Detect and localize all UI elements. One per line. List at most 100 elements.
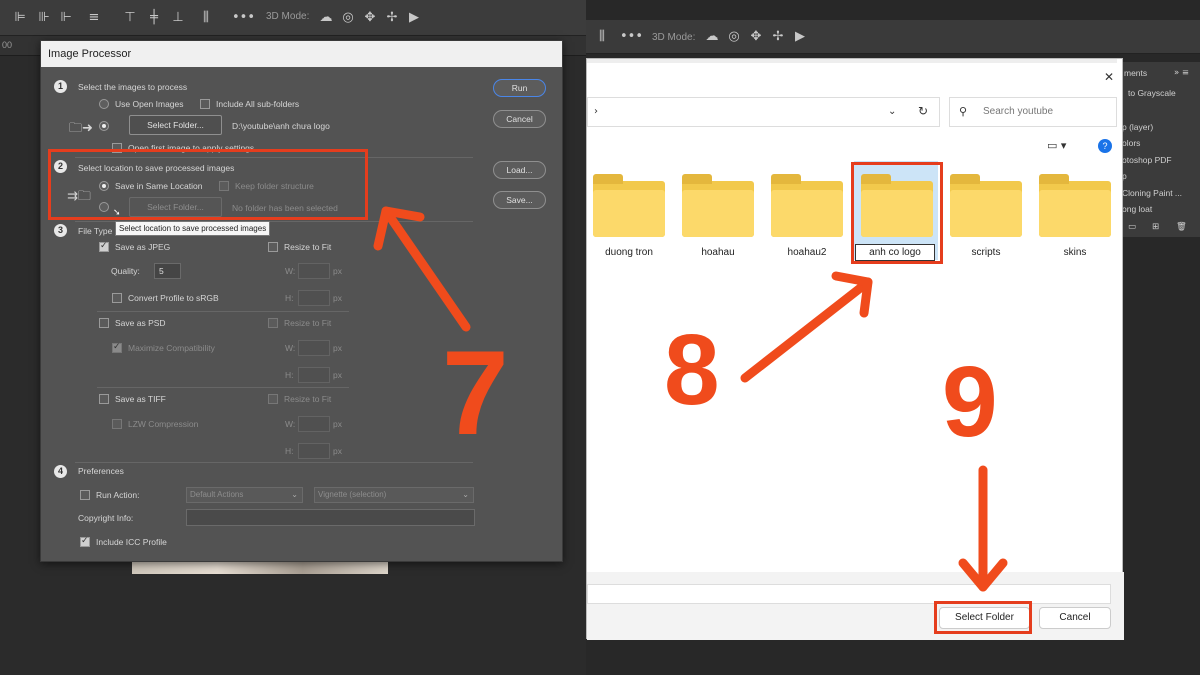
close-icon[interactable]: ✕ <box>1104 70 1114 84</box>
help-icon[interactable]: ? <box>1098 139 1112 153</box>
quality-input[interactable]: 5 <box>154 263 181 279</box>
address-bar[interactable]: › ⌄ ↻ <box>587 97 940 127</box>
action-item[interactable]: ong loat <box>1122 204 1152 214</box>
annotation-number-8: 8 <box>664 314 720 426</box>
align-middle-icon[interactable]: ╪ <box>146 10 162 26</box>
run-button[interactable]: Run <box>493 79 546 97</box>
action-item[interactable]: to Grayscale <box>1128 88 1176 98</box>
refresh-icon[interactable]: ↻ <box>918 104 928 118</box>
folder-icon[interactable] <box>950 174 1022 237</box>
chevron-down-icon: ⌄ <box>462 490 469 499</box>
load-button[interactable]: Load... <box>493 161 546 179</box>
maximize-compat-checkbox[interactable] <box>112 342 122 353</box>
include-subfolders-checkbox[interactable] <box>200 99 210 109</box>
psd-width-input[interactable] <box>298 340 330 356</box>
action-select[interactable]: Vignette (selection) ⌄ <box>314 487 474 503</box>
align-bottom-icon[interactable]: ⊥ <box>170 10 186 26</box>
action-set-select[interactable]: Default Actions ⌄ <box>186 487 303 503</box>
tiff-w-label: W: <box>285 419 296 429</box>
use-open-images-radio[interactable] <box>99 99 109 109</box>
jpeg-h-label: H: <box>285 293 294 303</box>
delete-icon[interactable]: 🗑 <box>1176 222 1187 232</box>
tiff-height-input[interactable] <box>298 443 330 459</box>
3d-pan-icon[interactable]: ✥ <box>362 10 378 26</box>
convert-srgb-label: Convert Profile to sRGB <box>128 293 219 303</box>
chevron-down-icon[interactable]: ⌄ <box>888 106 896 117</box>
folder-label[interactable]: duong tron <box>584 247 674 258</box>
3d-scale-icon[interactable]: ▶ <box>406 10 422 26</box>
tiff-h-label: H: <box>285 446 294 456</box>
3d-roll-icon[interactable]: ◎ <box>726 29 742 45</box>
psd-height-input[interactable] <box>298 367 330 383</box>
divider <box>97 387 349 388</box>
folder-icon[interactable] <box>682 174 754 237</box>
action-item[interactable]: p (layer) <box>1122 122 1153 132</box>
distribute-icon[interactable]: ≡ <box>86 10 102 26</box>
save-jpeg-checkbox[interactable] <box>99 241 109 252</box>
folder-icon[interactable] <box>593 174 665 237</box>
icc-label: Include ICC Profile <box>96 537 167 547</box>
jpeg-resize-checkbox[interactable] <box>268 242 278 252</box>
lzw-checkbox[interactable] <box>112 419 122 429</box>
jpeg-height-input[interactable] <box>298 290 330 306</box>
action-item[interactable]: olors <box>1122 138 1140 148</box>
align-center-icon[interactable]: ⊪ <box>36 10 52 26</box>
new-set-icon[interactable]: ▭ <box>1128 222 1136 232</box>
tiff-width-input[interactable] <box>298 416 330 432</box>
action-value: Vignette (selection) <box>318 490 387 499</box>
more-icon[interactable]: ••• <box>620 29 643 45</box>
actions-tab[interactable]: ments <box>1124 68 1147 78</box>
align-right-icon[interactable]: ⊩ <box>58 10 74 26</box>
tiff-resize-checkbox[interactable] <box>268 394 278 404</box>
3d-scale-icon[interactable]: ▶ <box>792 29 808 45</box>
icc-checkbox[interactable] <box>80 536 90 547</box>
options-toolbar-right: ⫼ ••• 3D Mode: ☁ ◎ ✥ ✢ ▶ <box>586 20 1200 54</box>
distribute-vertical-icon[interactable]: ⫼ <box>594 29 610 45</box>
convert-srgb-checkbox[interactable] <box>112 293 122 303</box>
new-action-icon[interactable]: ⊞ <box>1152 222 1159 232</box>
folder-icon[interactable] <box>1039 174 1111 237</box>
select-folder-radio[interactable] <box>99 121 109 131</box>
folder-label[interactable]: hoahau2 <box>762 247 852 258</box>
psd-resize-checkbox[interactable] <box>268 318 278 328</box>
jpeg-width-input[interactable] <box>298 263 330 279</box>
folder-label[interactable]: skins <box>1030 247 1120 258</box>
select-source-folder-button[interactable]: Select Folder... <box>129 115 222 135</box>
view-options-icon[interactable]: ▭ ▾ <box>1047 139 1066 152</box>
save-settings-button[interactable]: Save... <box>493 191 546 209</box>
more-icon[interactable]: ••• <box>232 10 255 26</box>
action-item[interactable]: otoshop PDF <box>1122 155 1172 165</box>
section4-heading: Preferences <box>78 466 124 476</box>
divider <box>97 311 349 312</box>
folder-label[interactable]: hoahau <box>673 247 763 258</box>
save-psd-checkbox[interactable] <box>99 318 109 328</box>
options-toolbar: ⊫ ⊪ ⊩ ≡ ⊤ ╪ ⊥ ⫼ ••• 3D Mode: ☁ ◎ ✥ ✢ ▶ <box>0 0 586 36</box>
3d-pan-icon[interactable]: ✥ <box>748 29 764 45</box>
3d-orbit-icon[interactable]: ☁ <box>704 29 720 45</box>
save-jpeg-label: Save as JPEG <box>115 242 171 252</box>
cancel-button[interactable]: Cancel <box>1039 607 1111 629</box>
tooltip: Select location to save processed images <box>115 221 271 236</box>
folder-label[interactable]: scripts <box>941 247 1031 258</box>
3d-slide-icon[interactable]: ✢ <box>384 10 400 26</box>
step-1-badge: 1 <box>54 80 67 93</box>
divider <box>75 462 473 463</box>
3d-orbit-icon[interactable]: ☁ <box>318 10 334 26</box>
panel-menu-icon[interactable]: » ≡ <box>1174 68 1189 78</box>
copyright-input[interactable] <box>186 509 475 526</box>
align-left-icon[interactable]: ⊫ <box>12 10 28 26</box>
dialog-frame <box>587 59 1117 63</box>
save-tiff-checkbox[interactable] <box>99 394 109 404</box>
search-input[interactable]: Search youtube <box>949 97 1117 127</box>
folder-icon[interactable] <box>771 174 843 237</box>
distribute-vertical-icon[interactable]: ⫼ <box>198 10 214 26</box>
photoshop-left-panel: ⊫ ⊪ ⊩ ≡ ⊤ ╪ ⊥ ⫼ ••• 3D Mode: ☁ ◎ ✥ ✢ ▶ 0… <box>0 0 586 675</box>
run-action-checkbox[interactable] <box>80 490 90 500</box>
action-item[interactable]: Cloning Paint ... <box>1122 188 1182 198</box>
tiff-resize-label: Resize to Fit <box>284 394 332 404</box>
align-top-icon[interactable]: ⊤ <box>122 10 138 26</box>
3d-roll-icon[interactable]: ◎ <box>340 10 356 26</box>
cancel-button[interactable]: Cancel <box>493 110 546 128</box>
folder-name-input[interactable] <box>587 584 1111 604</box>
3d-slide-icon[interactable]: ✢ <box>770 29 786 45</box>
